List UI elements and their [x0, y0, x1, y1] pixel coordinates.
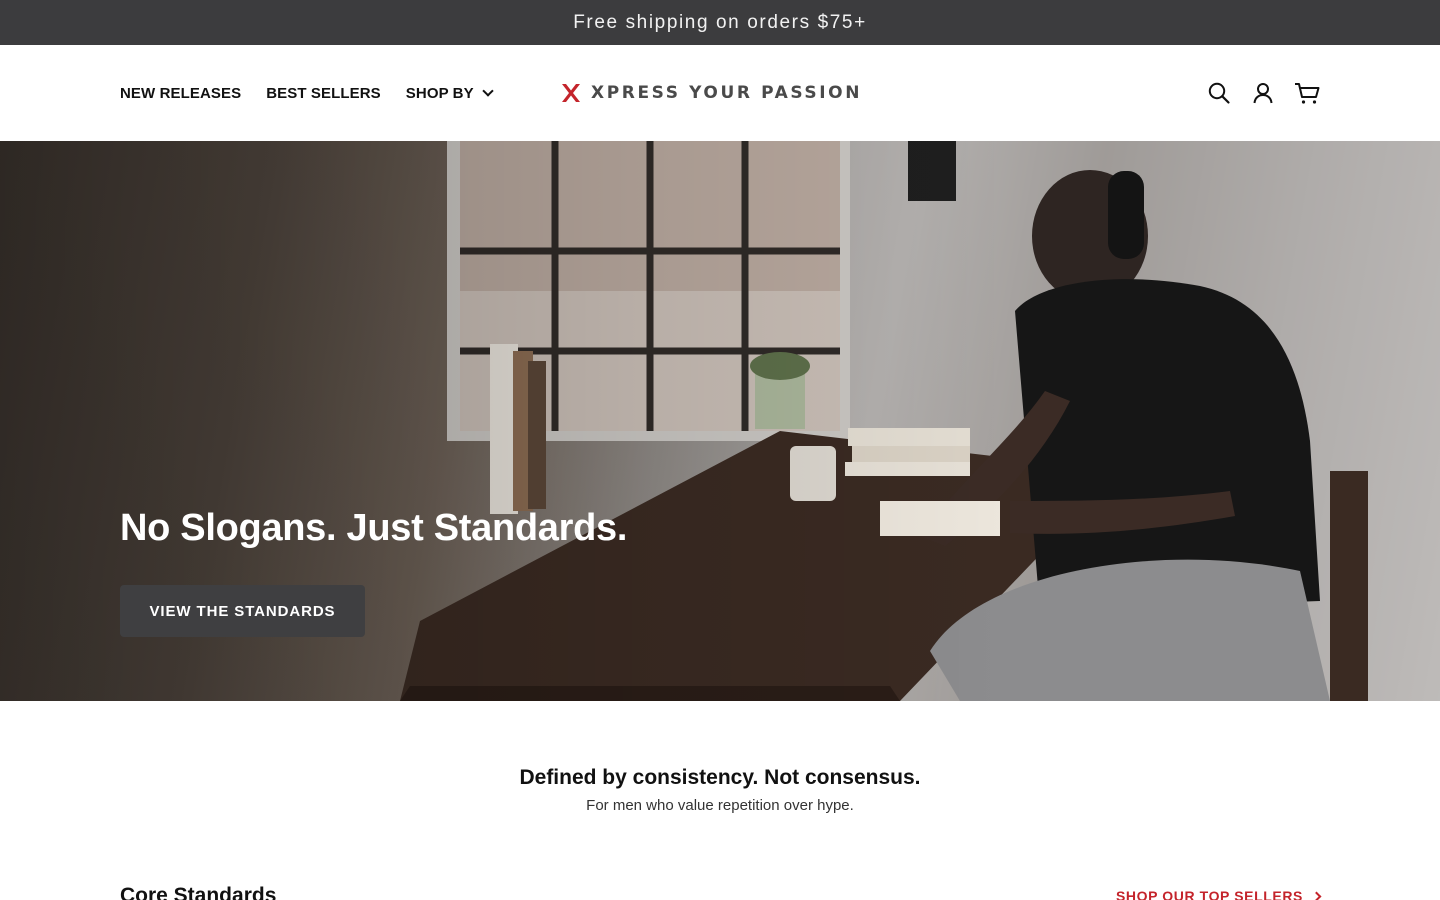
hero-title: No Slogans. Just Standards.: [120, 507, 628, 549]
account-button[interactable]: [1250, 78, 1276, 108]
chevron-down-icon: [482, 84, 494, 97]
chevron-right-icon: [1311, 891, 1322, 900]
shop-top-sellers-label: SHOP OUR TOP SELLERS: [1115, 888, 1303, 900]
nav-shop-by[interactable]: SHOP BY: [405, 84, 494, 102]
main-nav: NEW RELEASES BEST SELLERS SHOP BY: [120, 45, 494, 141]
cart-button[interactable]: [1294, 78, 1320, 108]
view-standards-label: VIEW THE STANDARDS: [149, 602, 336, 620]
nav-new-releases[interactable]: NEW RELEASES: [120, 85, 241, 102]
search-icon: [1208, 82, 1230, 104]
logo-x-icon: [562, 84, 580, 102]
logo-text: XPRESS YOUR PASSION: [591, 83, 863, 103]
site-logo[interactable]: XPRESS YOUR PASSION: [560, 81, 862, 105]
search-button[interactable]: [1206, 78, 1232, 108]
hero-banner: No Slogans. Just Standards. VIEW THE STA…: [0, 141, 1440, 701]
nav-best-sellers[interactable]: BEST SELLERS: [266, 85, 381, 102]
nav-shop-by-label: SHOP BY: [405, 84, 474, 102]
nav-new-releases-label: NEW RELEASES: [120, 84, 242, 102]
intro-subtitle: For men who value repetition over hype.: [586, 797, 854, 814]
core-standards-title: Core Standards: [120, 884, 277, 900]
announcement-text: Free shipping on orders $75+: [573, 11, 867, 33]
announcement-bar: Free shipping on orders $75+: [0, 0, 1440, 45]
header-icons: [1206, 78, 1320, 108]
nav-best-sellers-label: BEST SELLERS: [266, 84, 381, 102]
site-header: NEW RELEASES BEST SELLERS SHOP BY XPRESS…: [0, 45, 1440, 141]
view-standards-button[interactable]: VIEW THE STANDARDS: [120, 585, 365, 637]
cart-icon: [1295, 83, 1320, 104]
account-icon: [1253, 83, 1273, 104]
shop-top-sellers-link[interactable]: SHOP OUR TOP SELLERS: [1115, 888, 1322, 900]
intro-title: Defined by consistency. Not consensus.: [519, 766, 921, 789]
